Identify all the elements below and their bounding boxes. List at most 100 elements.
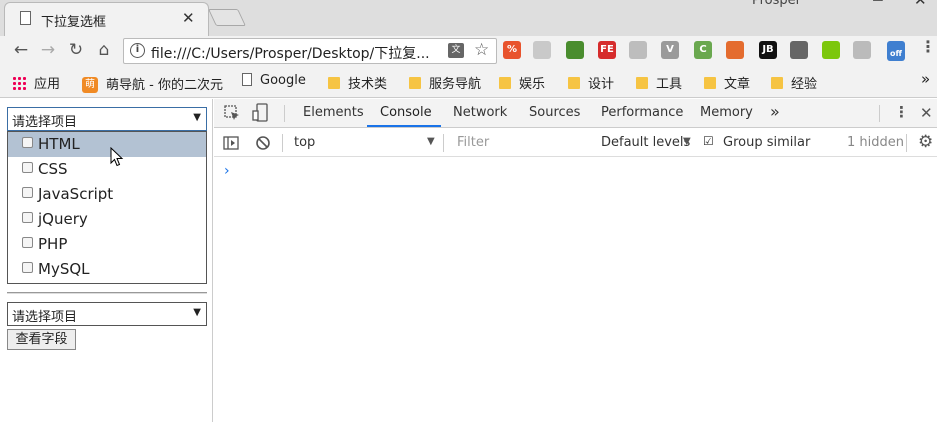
bookmark-folder[interactable]: 娱乐: [499, 73, 545, 92]
option-jquery[interactable]: jQuery: [8, 207, 206, 232]
hidden-count: 1 hidden: [847, 135, 904, 150]
clear-console-icon[interactable]: [255, 135, 271, 151]
log-levels-select[interactable]: Default levels: [601, 135, 690, 150]
bookmark-green-icon[interactable]: [566, 41, 584, 59]
dropdown-arrow-icon[interactable]: ▼: [193, 112, 201, 123]
tab-close-button[interactable]: ✕: [182, 9, 195, 27]
option-mysql[interactable]: MySQL: [8, 257, 206, 282]
option-css[interactable]: CSS: [8, 157, 206, 182]
folder-icon: [409, 77, 421, 89]
group-similar-checkbox[interactable]: ☑: [703, 134, 714, 148]
console-prompt[interactable]: ›: [224, 163, 230, 179]
group-similar-label: Group similar: [723, 135, 811, 150]
devtools-tab-bar: Elements Console Network Sources Perform…: [214, 99, 937, 128]
info-icon[interactable]: i: [130, 43, 145, 58]
home-icon[interactable]: ⌂: [93, 39, 115, 61]
dropdown-arrow-icon[interactable]: ▼: [193, 307, 201, 318]
devtools-panel: Elements Console Network Sources Perform…: [214, 99, 937, 422]
checkbox[interactable]: [22, 162, 33, 173]
proxy-off-icon[interactable]: off: [887, 41, 905, 61]
option-html[interactable]: HTML: [8, 132, 206, 157]
bookmark-folder[interactable]: 服务导航: [409, 73, 481, 92]
separator: [282, 134, 283, 152]
tab-memory[interactable]: Memory: [700, 105, 753, 120]
jetbrains-icon[interactable]: JB: [759, 41, 777, 59]
office-icon[interactable]: [726, 41, 744, 59]
mouse-cursor-icon: [110, 147, 124, 167]
page-viewport: 请选择项目 ▼ HTML CSS JavaScript jQuery PHP M…: [0, 99, 213, 422]
inspect-element-icon[interactable]: [224, 105, 240, 121]
sidebar-toggle-icon[interactable]: [223, 136, 239, 150]
checkbox[interactable]: [22, 237, 33, 248]
translate-icon[interactable]: 文: [448, 43, 464, 58]
settings-gear-icon[interactable]: ⚙: [918, 132, 933, 152]
tab-elements[interactable]: Elements: [303, 105, 364, 120]
filter-input[interactable]: Filter: [457, 135, 489, 150]
tab-sources[interactable]: Sources: [529, 105, 580, 120]
checkbox[interactable]: [22, 262, 33, 273]
window-user-name[interactable]: Prosper: [752, 0, 801, 8]
folder-icon: [568, 77, 580, 89]
folder-icon: [499, 77, 511, 89]
separator: [443, 134, 444, 152]
option-php[interactable]: PHP: [8, 232, 206, 257]
restore-icon[interactable]: ☐: [872, 0, 884, 5]
address-bar[interactable]: i file:///C:/Users/Prosper/Desktop/下拉复..…: [123, 38, 497, 64]
bookmark-item[interactable]: Google: [242, 73, 306, 88]
bookmark-apps[interactable]: 应用: [12, 73, 60, 92]
forward-icon[interactable]: →: [37, 39, 59, 61]
more-tabs-icon[interactable]: »: [770, 102, 780, 121]
c-icon[interactable]: C: [694, 41, 712, 59]
page-icon: [242, 73, 252, 86]
bookmarks-overflow[interactable]: »: [921, 70, 930, 88]
view-fields-button[interactable]: 查看字段: [7, 329, 76, 350]
fe-icon[interactable]: FE: [598, 41, 616, 59]
checkbox[interactable]: [22, 187, 33, 198]
bookmark-folder[interactable]: 技术类: [328, 73, 387, 92]
option-javascript[interactable]: JavaScript: [8, 182, 206, 207]
kebab-menu-icon[interactable]: ⋮: [894, 103, 909, 121]
bookmark-item[interactable]: 萌萌导航 - 你的二次元: [82, 73, 224, 93]
tab-console[interactable]: Console: [380, 105, 432, 120]
project-select[interactable]: 请选择项目 ▼: [7, 107, 207, 131]
checkbox[interactable]: [22, 137, 33, 148]
checkbox-dropdown-list: HTML CSS JavaScript jQuery PHP MySQL: [7, 131, 207, 284]
close-devtools-icon[interactable]: ✕: [920, 104, 933, 122]
context-select[interactable]: top: [294, 135, 315, 150]
separator: [879, 105, 880, 122]
device-toolbar-icon[interactable]: [252, 103, 270, 123]
bookmark-folder[interactable]: 经验: [771, 73, 817, 92]
folder-icon: [771, 77, 783, 89]
bookmark-folder[interactable]: 工具: [636, 73, 682, 92]
bookmark-folder[interactable]: 文章: [704, 73, 750, 92]
checkbox[interactable]: [22, 212, 33, 223]
reload-icon[interactable]: ↻: [65, 39, 87, 61]
screenshot-icon[interactable]: [629, 41, 647, 59]
bookmark-star-icon[interactable]: ☆: [474, 40, 489, 60]
project-select-2[interactable]: 请选择项目 ▼: [7, 302, 207, 326]
magnifier-icon[interactable]: [533, 41, 551, 59]
refresh-green-icon[interactable]: [822, 41, 840, 59]
levels-dropdown-icon[interactable]: ▼: [683, 136, 691, 147]
discount-icon[interactable]: %: [503, 41, 521, 59]
vue-icon[interactable]: V: [661, 41, 679, 59]
window-close-icon[interactable]: ✕: [914, 0, 927, 9]
tab-performance[interactable]: Performance: [601, 105, 683, 120]
apps-grid-icon: [12, 76, 26, 90]
camera-icon[interactable]: [790, 41, 808, 59]
browser-menu-icon[interactable]: ⋮: [920, 37, 936, 56]
meng-icon: 萌: [82, 77, 98, 93]
divider: [7, 292, 207, 294]
new-tab-button[interactable]: [208, 9, 246, 26]
bookmarks-bar: 应用 萌萌导航 - 你的二次元 Google 技术类 服务导航 娱乐 设计 工具…: [0, 66, 937, 98]
back-icon[interactable]: ←: [10, 39, 32, 61]
separator: [906, 134, 907, 152]
share-icon[interactable]: [853, 41, 871, 59]
tab-network[interactable]: Network: [453, 105, 507, 120]
separator: [284, 105, 285, 122]
folder-icon: [636, 77, 648, 89]
browser-tab[interactable]: 下拉复选框 ✕: [4, 2, 209, 36]
context-dropdown-icon[interactable]: ▼: [427, 136, 435, 147]
url-text[interactable]: file:///C:/Users/Prosper/Desktop/下拉复...: [151, 43, 430, 63]
bookmark-folder[interactable]: 设计: [568, 73, 614, 92]
